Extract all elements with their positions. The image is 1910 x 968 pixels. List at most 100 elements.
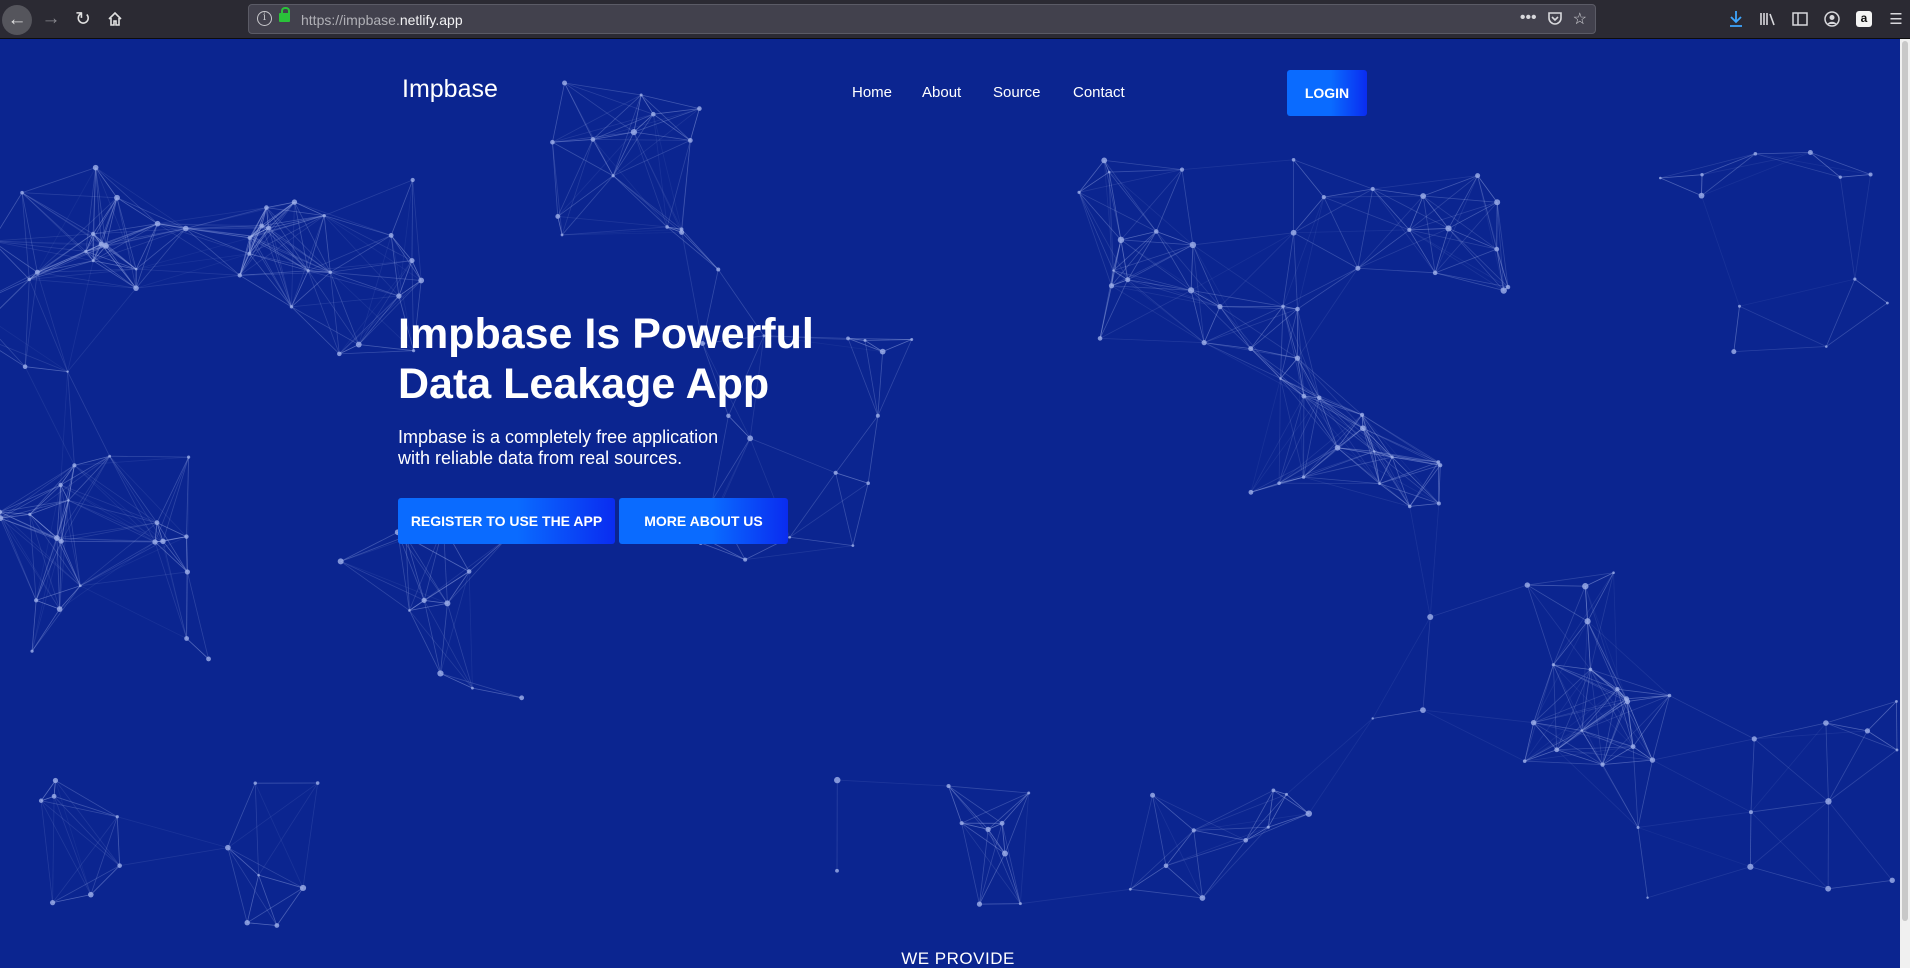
particle-node bbox=[590, 137, 596, 142]
particle-link bbox=[1429, 503, 1440, 618]
login-button[interactable]: LOGIN bbox=[1287, 70, 1367, 116]
particle-link bbox=[564, 82, 642, 96]
particle-node bbox=[1108, 283, 1115, 289]
particle-node bbox=[355, 341, 362, 348]
particle-link bbox=[1652, 759, 1752, 813]
particle-link bbox=[1637, 811, 1752, 828]
particle-link bbox=[1533, 664, 1554, 723]
particle-node bbox=[67, 499, 70, 502]
particle-link bbox=[1553, 586, 1586, 665]
scrollbar-thumb[interactable] bbox=[1902, 41, 1908, 921]
sidebar-icon[interactable] bbox=[1786, 6, 1814, 32]
particle-link bbox=[21, 167, 96, 194]
particle-link bbox=[745, 545, 853, 561]
particle-links bbox=[0, 82, 1898, 926]
menu-icon[interactable]: ☰ bbox=[1882, 6, 1910, 32]
forward-button[interactable]: → bbox=[36, 4, 66, 34]
particle-node bbox=[833, 470, 838, 475]
nav-home[interactable]: Home bbox=[852, 84, 892, 101]
particle-link bbox=[1526, 584, 1554, 665]
particle-link bbox=[40, 800, 53, 903]
particle-node bbox=[289, 305, 294, 309]
particle-link bbox=[276, 887, 304, 926]
amazon-icon[interactable]: a bbox=[1850, 6, 1878, 32]
particle-link bbox=[1660, 177, 1702, 197]
address-bar[interactable]: i https://impbase.netlify.app ••• ☆ bbox=[248, 4, 1596, 34]
nav-source[interactable]: Source bbox=[993, 84, 1041, 101]
particle-link bbox=[1750, 800, 1829, 813]
particle-link bbox=[1739, 278, 1855, 307]
particle-node bbox=[788, 535, 792, 539]
particle-node bbox=[1582, 583, 1589, 590]
particle-node bbox=[253, 781, 257, 785]
bookmark-star-icon[interactable]: ☆ bbox=[1573, 9, 1587, 29]
particle-node bbox=[743, 557, 748, 562]
url-text[interactable]: https://impbase.netlify.app bbox=[301, 12, 463, 28]
particle-link bbox=[1001, 823, 1006, 854]
particle-link bbox=[227, 847, 278, 926]
particle-link bbox=[1293, 232, 1298, 310]
particle-link bbox=[307, 270, 360, 345]
particle-node bbox=[1588, 667, 1593, 672]
particle-node bbox=[1271, 788, 1276, 793]
particle-link bbox=[1250, 348, 1305, 397]
particle-node bbox=[1667, 693, 1672, 698]
particle-node bbox=[291, 199, 298, 205]
register-button[interactable]: REGISTER TO USE THE APP bbox=[398, 498, 615, 544]
download-icon[interactable] bbox=[1722, 6, 1750, 32]
back-button[interactable]: ← bbox=[2, 5, 32, 35]
particle-node bbox=[1217, 304, 1223, 310]
particle-link bbox=[0, 350, 26, 368]
particle-node bbox=[1295, 306, 1300, 312]
info-icon[interactable]: i bbox=[257, 11, 272, 26]
particle-link bbox=[227, 847, 304, 889]
particle-link bbox=[652, 114, 668, 228]
particle-link bbox=[1587, 621, 1627, 699]
brand-logo[interactable]: Impbase bbox=[402, 75, 498, 104]
particle-node bbox=[52, 777, 59, 784]
particle-node bbox=[410, 177, 415, 183]
particle-node bbox=[115, 815, 119, 819]
particle-link bbox=[411, 179, 414, 261]
particle-link bbox=[468, 571, 473, 689]
particle-link bbox=[1423, 195, 1498, 203]
particle-node bbox=[747, 435, 754, 442]
reload-button[interactable]: ↻ bbox=[68, 4, 98, 34]
particle-link bbox=[1423, 175, 1478, 197]
more-about-us-button[interactable]: MORE ABOUT US bbox=[619, 498, 788, 544]
particle-node bbox=[679, 229, 685, 235]
particle-node bbox=[22, 364, 28, 370]
particle-node bbox=[550, 139, 555, 145]
page-scrollbar[interactable] bbox=[1900, 39, 1910, 968]
particle-link bbox=[1825, 722, 1898, 751]
particle-link bbox=[90, 865, 120, 895]
account-icon[interactable] bbox=[1818, 6, 1846, 32]
particle-link bbox=[1409, 228, 1449, 231]
particle-link bbox=[749, 437, 836, 474]
home-button[interactable] bbox=[100, 4, 130, 34]
nav-about[interactable]: About bbox=[922, 84, 961, 101]
particle-link bbox=[135, 274, 240, 289]
particle-node bbox=[1432, 270, 1438, 276]
particle-link bbox=[1372, 188, 1449, 229]
particle-node bbox=[1153, 229, 1159, 234]
nav-contact[interactable]: Contact bbox=[1073, 84, 1125, 101]
particle-node bbox=[247, 235, 252, 240]
particle-link bbox=[1190, 232, 1294, 291]
particle-node bbox=[84, 249, 88, 254]
particle-link bbox=[60, 371, 69, 486]
library-icon[interactable] bbox=[1754, 6, 1782, 32]
particle-node bbox=[1128, 887, 1132, 891]
particle-node bbox=[337, 351, 342, 357]
particle-link bbox=[1152, 795, 1203, 899]
particle-node bbox=[1649, 757, 1656, 763]
particle-node bbox=[1359, 412, 1365, 417]
particle-node bbox=[30, 649, 34, 653]
particle-link bbox=[67, 371, 75, 466]
particle-node bbox=[851, 544, 855, 548]
particle-link bbox=[1155, 169, 1183, 232]
more-icon[interactable]: ••• bbox=[1520, 9, 1537, 29]
particle-link bbox=[1203, 306, 1284, 343]
particle-node bbox=[665, 225, 669, 229]
pocket-icon[interactable] bbox=[1547, 10, 1563, 26]
